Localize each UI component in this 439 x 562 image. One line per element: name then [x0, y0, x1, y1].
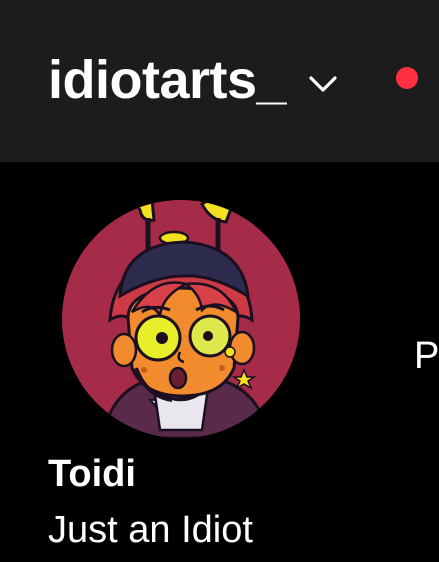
display-name: Toidi: [48, 453, 136, 495]
bio-text: Just an Idiot: [48, 509, 253, 551]
account-switcher-button[interactable]: idiotarts_: [48, 44, 338, 116]
username: idiotarts_: [48, 50, 287, 110]
avatar-illustration: [62, 200, 300, 438]
profile-header: P Toidi Just an Idiot: [0, 162, 439, 562]
chevron-down-icon: [309, 76, 337, 92]
posts-stat-label: P: [414, 335, 439, 377]
notification-dot: [396, 67, 418, 89]
avatar[interactable]: [62, 200, 300, 438]
profile-screen: idiotarts_ P Toidi Just an Idiot: [0, 0, 439, 562]
top-bar: idiotarts_: [0, 0, 439, 162]
